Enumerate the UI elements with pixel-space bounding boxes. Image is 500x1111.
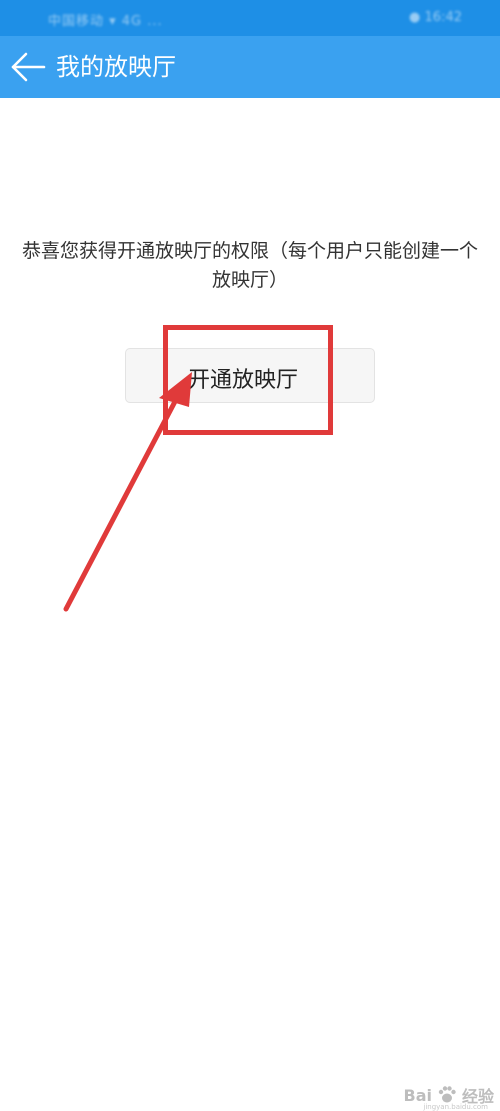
arrow-left-icon[interactable] (8, 48, 48, 86)
open-screening-room-button[interactable]: 开通放映厅 (125, 348, 375, 403)
status-bar: 中国移动 ▾ 4G ... ● 16:42 (0, 0, 500, 36)
main-content: 恭喜您获得开通放映厅的权限（每个用户只能创建一个放映厅） 开通放映厅 (0, 98, 500, 1111)
open-screening-room-label: 开通放映厅 (188, 368, 299, 393)
status-bar-right: ● 16:42 (409, 10, 462, 25)
app-bar: 我的放映厅 (0, 36, 500, 98)
permission-notice: 恭喜您获得开通放映厅的权限（每个用户只能创建一个放映厅） (21, 240, 478, 291)
watermark-url: jingyan.baidu.com (423, 1103, 488, 1111)
status-bar-left: 中国移动 ▾ 4G ... (48, 14, 163, 29)
watermark-brand: Bai (403, 1085, 432, 1105)
page-title: 我的放映厅 (56, 53, 176, 81)
